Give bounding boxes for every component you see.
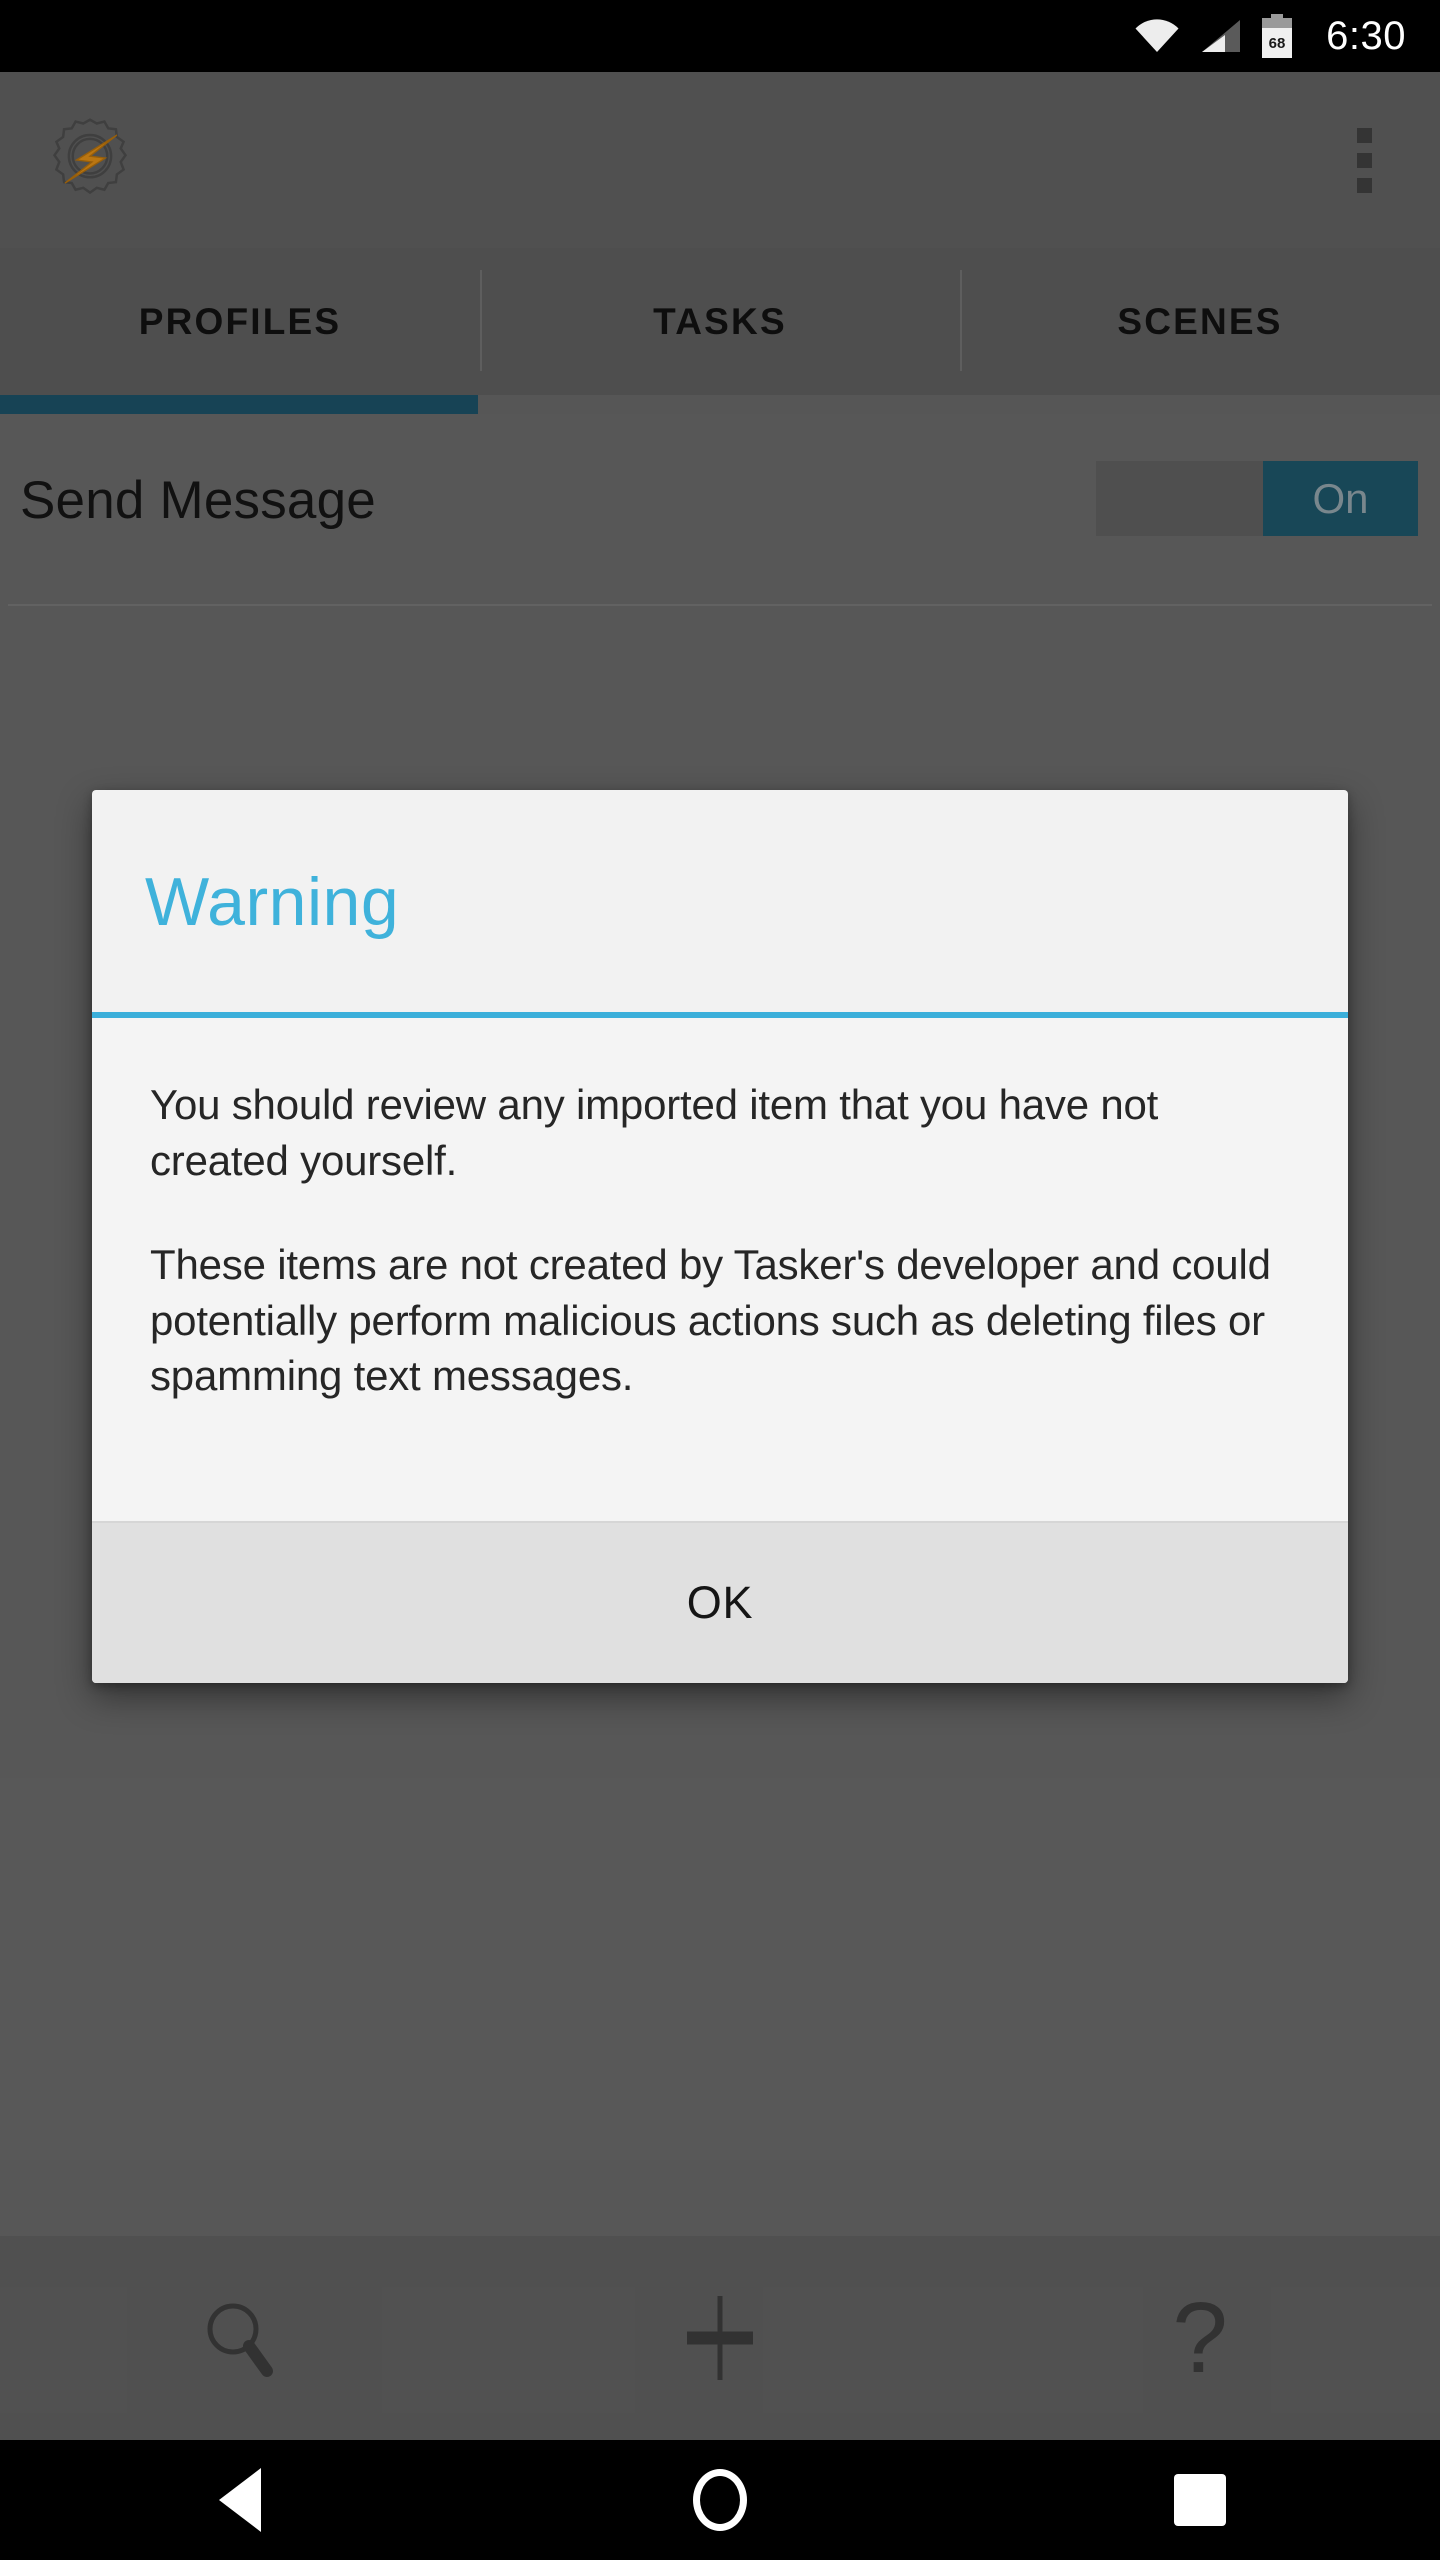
search-button[interactable] xyxy=(0,2236,480,2440)
android-screen: 68 6:30 PROFILES TASKS SCENES Send Messa… xyxy=(0,0,1440,2560)
profile-name: Send Message xyxy=(20,471,376,530)
toggle-state-label: On xyxy=(1312,474,1369,522)
overflow-menu-icon[interactable] xyxy=(1316,112,1412,208)
battery-level-text: 68 xyxy=(1269,35,1286,52)
tasker-gear-bolt-logo[interactable] xyxy=(42,112,138,208)
cellular-signal-icon xyxy=(1202,20,1241,52)
dialog-paragraph: You should review any imported item that… xyxy=(150,1081,1159,1184)
tab-scenes[interactable]: SCENES xyxy=(960,248,1440,395)
wifi-icon xyxy=(1135,19,1179,53)
recents-square-icon xyxy=(1174,2474,1226,2526)
warning-dialog: Warning You should review any imported i… xyxy=(92,790,1348,1683)
dialog-paragraph: These items are not created by Tasker's … xyxy=(150,1240,1271,1400)
status-icon-group: 68 6:30 xyxy=(1134,14,1406,58)
tab-selected-indicator xyxy=(0,395,478,414)
tab-bar: PROFILES TASKS SCENES xyxy=(0,248,1440,395)
dialog-body: You should review any imported item that… xyxy=(92,1018,1348,1521)
tab-label: TASKS xyxy=(653,300,787,342)
tab-tasks[interactable]: TASKS xyxy=(480,248,960,395)
add-button[interactable] xyxy=(480,2236,960,2440)
dialog-title-area: Warning xyxy=(92,790,1348,1012)
overflow-dot xyxy=(1356,177,1372,193)
tab-label: PROFILES xyxy=(138,300,342,342)
toggle-track-off xyxy=(1096,461,1263,536)
back-triangle-icon xyxy=(219,2468,261,2532)
dialog-title: Warning xyxy=(145,864,400,940)
nav-home-button[interactable] xyxy=(480,2469,960,2531)
toggle-thumb-on: On xyxy=(1263,461,1418,536)
status-bar-clock: 6:30 xyxy=(1326,14,1406,58)
list-divider xyxy=(8,604,1432,606)
dialog-button-bar: OK xyxy=(92,1521,1348,1683)
help-button[interactable]: ? xyxy=(960,2236,1440,2440)
tab-label: SCENES xyxy=(1117,300,1283,342)
search-icon xyxy=(207,2303,273,2377)
status-bar: 68 6:30 xyxy=(0,0,1440,72)
battery-icon: 68 xyxy=(1262,14,1293,58)
tab-profiles[interactable]: PROFILES xyxy=(0,248,480,395)
help-question-mark-icon: ? xyxy=(1172,2282,1228,2394)
profile-enable-toggle[interactable]: On xyxy=(1096,461,1418,536)
list-item[interactable]: Send Message On xyxy=(0,414,1440,604)
app-bar xyxy=(0,72,1440,248)
nav-back-button[interactable] xyxy=(0,2468,480,2532)
android-nav-bar xyxy=(0,2440,1440,2560)
overflow-dot xyxy=(1356,127,1372,143)
ok-button[interactable]: OK xyxy=(681,1576,760,1630)
bottom-toolbar: ? xyxy=(0,2236,1440,2440)
overflow-dot xyxy=(1356,152,1372,168)
plus-icon xyxy=(687,2296,753,2380)
home-circle-icon xyxy=(693,2469,747,2531)
nav-recents-button[interactable] xyxy=(960,2474,1440,2526)
